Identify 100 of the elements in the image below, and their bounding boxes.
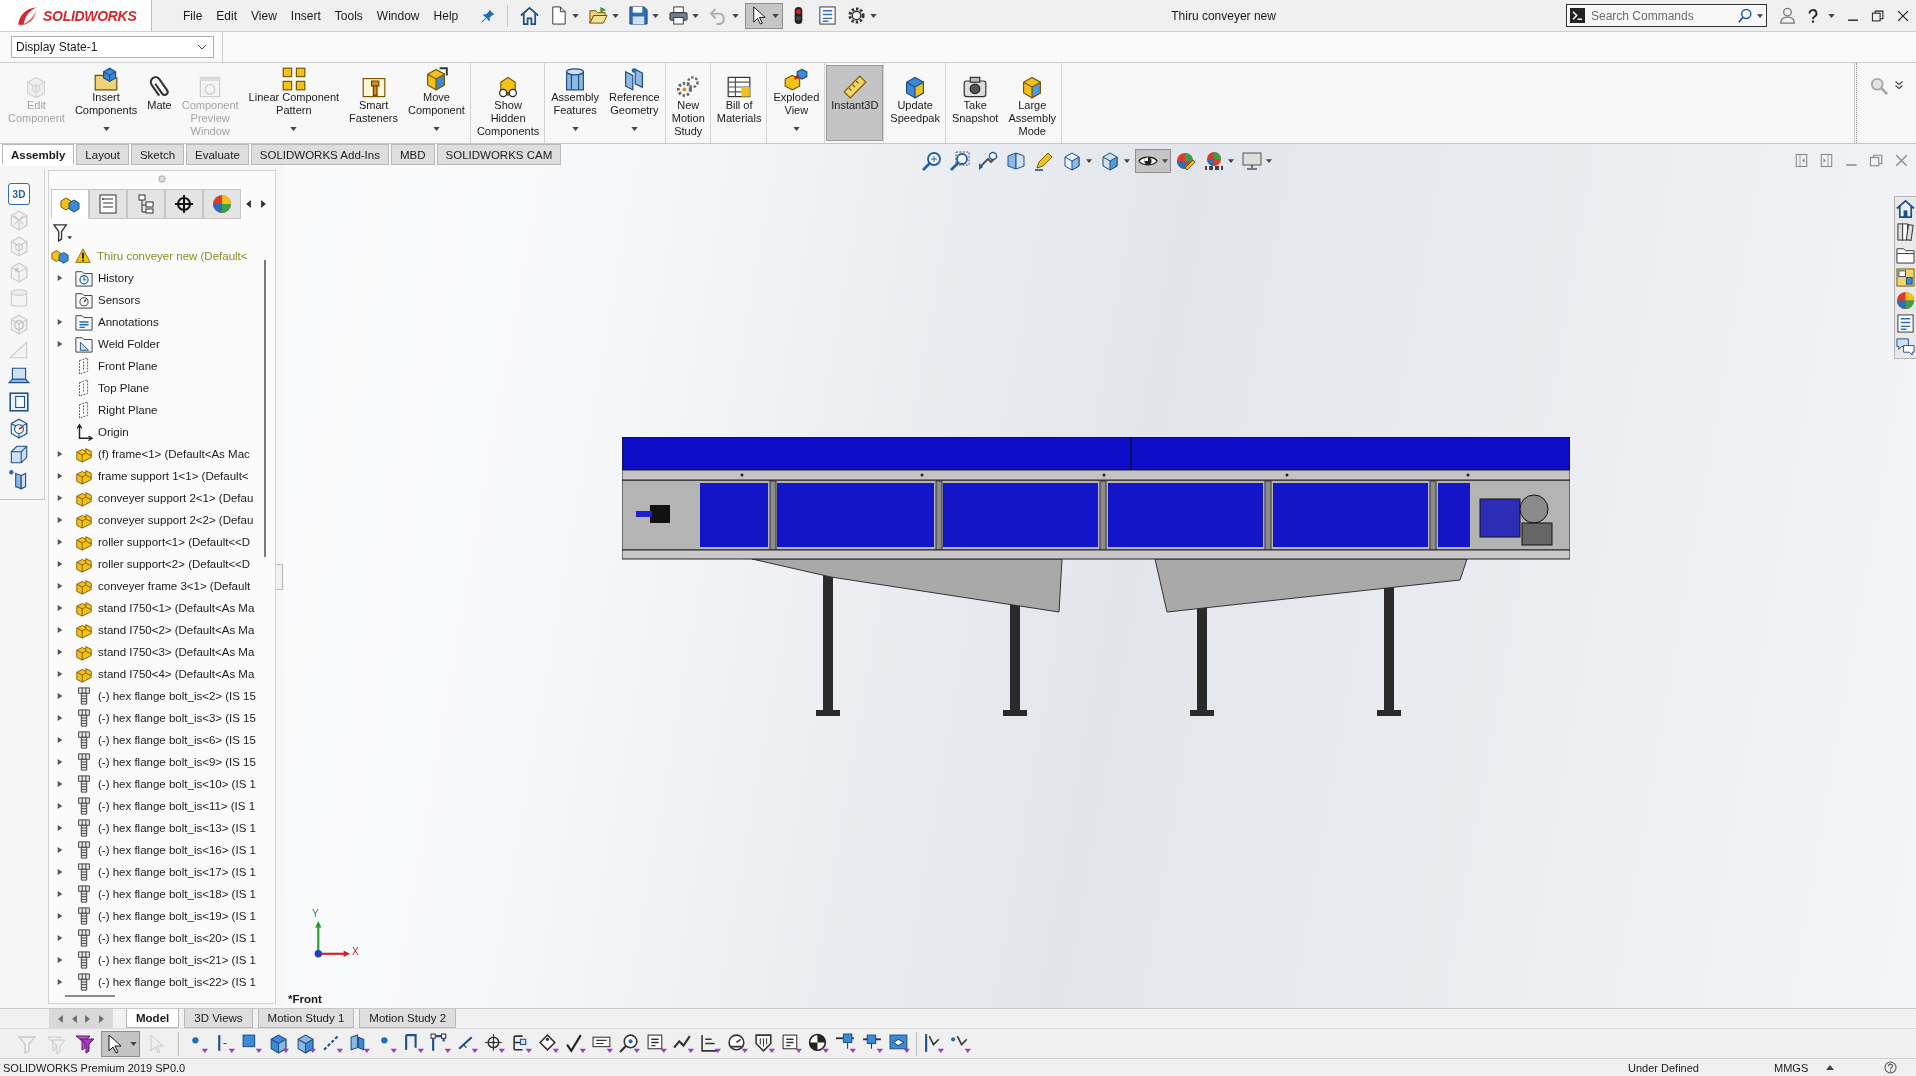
note-icon[interactable] <box>646 1033 667 1054</box>
bevel-cube-icon[interactable] <box>8 443 30 465</box>
tree-item[interactable]: (-) hex flange bolt_is<22> (IS 1 <box>49 971 256 993</box>
list-icon[interactable] <box>1896 314 1915 333</box>
grip-dot-icon[interactable] <box>158 175 166 183</box>
home-icon[interactable] <box>1896 199 1915 218</box>
tree-item[interactable]: (-) hex flange bolt_is<20> (IS 1 <box>49 927 256 949</box>
quartered-ball-icon[interactable] <box>808 1033 829 1054</box>
tree-item[interactable]: (f) frame<1> (Default<As Mac <box>49 443 250 465</box>
tree-item[interactable]: conveyer frame 3<1> (Default <box>49 575 251 597</box>
tree-item[interactable]: roller support<2> (Default<<D <box>49 553 251 575</box>
tree-item[interactable]: (-) hex flange bolt_is<17> (IS 1 <box>49 861 256 883</box>
document-tab[interactable]: Motion Study 2 <box>359 1009 457 1028</box>
left-arrow-icon[interactable] <box>246 200 251 208</box>
tree-item[interactable]: stand I750<2> (Default<As Ma <box>49 619 255 641</box>
tree-item[interactable]: Annotations <box>49 311 159 333</box>
tree-item[interactable]: conveyer support 2<1> (Defau <box>49 487 254 509</box>
ribbon-button[interactable]: Move Component <box>403 65 470 141</box>
tree-item[interactable]: (-) hex flange bolt_is<18> (IS 1 <box>49 883 256 905</box>
menu-item[interactable]: Window <box>369 4 427 27</box>
tree-item[interactable]: stand I750<4> (Default<As Ma <box>49 663 255 685</box>
corner-icon[interactable] <box>403 1033 424 1054</box>
menu-item[interactable]: File <box>176 4 210 27</box>
tile-right-icon[interactable] <box>1819 153 1834 168</box>
scrollbar[interactable] <box>264 260 266 557</box>
tree-item[interactable]: Right Plane <box>49 399 158 421</box>
command-tab[interactable]: MBD <box>390 144 435 165</box>
pin-line-icon[interactable] <box>835 1033 856 1054</box>
target-icon[interactable] <box>484 1033 505 1054</box>
tree-item[interactable]: Top Plane <box>49 377 150 399</box>
tree-item[interactable]: (-) hex flange bolt_is<16> (IS 1 <box>49 839 256 861</box>
color-ball-icon[interactable] <box>1896 291 1915 310</box>
command-tab[interactable]: Sketch <box>130 144 185 165</box>
display-state-dropdown[interactable]: Display State-1 <box>11 36 214 58</box>
ribbon-button[interactable]: Linear Component Pattern <box>243 65 345 141</box>
splitter-handle[interactable] <box>276 564 283 590</box>
panel-tab[interactable] <box>165 189 203 219</box>
chat-bubbles-icon[interactable] <box>1896 337 1915 356</box>
zigzag-icon[interactable] <box>673 1033 694 1054</box>
menu-item[interactable]: Help <box>426 4 466 27</box>
tree-item[interactable]: (-) hex flange bolt_is<10> (IS 1 <box>49 773 256 795</box>
caret-icon[interactable] <box>1757 14 1763 18</box>
units-selector[interactable]: MMGS <box>1774 1061 1822 1074</box>
tree-item[interactable]: Thiru conveyer new (Default< <box>49 245 248 267</box>
caret-icon[interactable] <box>1828 13 1835 18</box>
view-palette-icon[interactable] <box>1896 268 1915 287</box>
tree-item[interactable]: stand I750<3> (Default<As Ma <box>49 641 255 663</box>
ribbon-button[interactable]: Mate <box>142 65 177 141</box>
note-icon[interactable] <box>781 1033 802 1054</box>
frame-box-icon[interactable] <box>8 391 30 413</box>
tree-item[interactable]: (-) hex flange bolt_is<3> (IS 15 <box>49 707 256 729</box>
tree-item[interactable]: (-) hex flange bolt_is<2> (IS 15 <box>49 685 256 707</box>
tree-item[interactable]: (-) hex flange bolt_is<6> (IS 15 <box>49 729 256 751</box>
check-mark-icon[interactable] <box>565 1033 586 1054</box>
ribbon-button[interactable]: Show Hidden Components <box>471 65 545 141</box>
cube-icon[interactable] <box>268 1033 289 1054</box>
menu-item[interactable]: Edit <box>209 4 245 27</box>
dashed-line-icon[interactable] <box>322 1033 343 1054</box>
command-tab[interactable]: SOLIDWORKS Add-Ins <box>250 144 389 165</box>
menu-item[interactable]: Tools <box>327 4 370 27</box>
tree-item[interactable]: Front Plane <box>49 355 158 377</box>
menu-item[interactable]: View <box>244 4 284 27</box>
ribbon-button[interactable]: Large Assembly Mode <box>1003 65 1062 141</box>
right-arrow-icon[interactable] <box>261 200 266 208</box>
folder-icon[interactable] <box>1896 245 1915 264</box>
toolbar-button[interactable] <box>101 1030 140 1057</box>
help-icon[interactable] <box>1806 7 1820 24</box>
ribbon-button[interactable]: Take Snapshot <box>946 65 1004 141</box>
command-tab[interactable]: Layout <box>76 144 129 165</box>
ribbon-button[interactable]: Instant3D <box>826 65 884 141</box>
toolbar-button[interactable] <box>745 2 784 29</box>
command-tab[interactable]: SOLIDWORKS CAM <box>436 144 562 165</box>
document-tab[interactable]: Motion Study 1 <box>257 1009 355 1028</box>
gauge-cube-icon[interactable] <box>8 417 30 439</box>
tree-item[interactable]: (-) hex flange bolt_is<13> (IS 1 <box>49 817 256 839</box>
restore-icon[interactable] <box>1871 8 1885 23</box>
tree-item[interactable]: stand I750<1> (Default<As Ma <box>49 597 255 619</box>
ribbon-button[interactable]: Assembly Features <box>546 65 604 141</box>
magnifier-icon[interactable] <box>619 1033 640 1054</box>
toolbar-button[interactable]: 3D <box>8 183 30 205</box>
dot-angle-icon[interactable] <box>950 1033 971 1054</box>
tree-item[interactable]: conveyer support 2<2> (Defau <box>49 509 254 531</box>
ribbon-button[interactable]: Exploded View <box>768 65 825 141</box>
tree-item[interactable]: History <box>49 267 134 289</box>
caret-up-icon[interactable] <box>1826 1065 1834 1070</box>
command-tab[interactable]: Evaluate <box>186 144 249 165</box>
tree-item[interactable]: Sensors <box>49 289 141 311</box>
ribbon-button[interactable]: Insert Components <box>69 65 143 141</box>
tile-left-icon[interactable] <box>1794 153 1809 168</box>
tree-item[interactable]: (-) hex flange bolt_is<19> (IS 1 <box>49 905 256 927</box>
tree-item[interactable]: (-) hex flange bolt_is<21> (IS 1 <box>49 949 256 971</box>
pin-icon[interactable] <box>481 8 496 23</box>
pin-line-icon[interactable] <box>862 1033 883 1054</box>
ribbon-button[interactable]: Smart Fasteners <box>344 65 404 141</box>
document-tab[interactable]: 3D Views <box>184 1009 253 1028</box>
scrollbar[interactable] <box>65 995 115 997</box>
tree-item[interactable]: Origin <box>49 421 129 443</box>
dial-icon[interactable] <box>727 1033 748 1054</box>
shield-icon[interactable] <box>754 1033 775 1054</box>
line-angle-icon[interactable] <box>923 1033 944 1054</box>
